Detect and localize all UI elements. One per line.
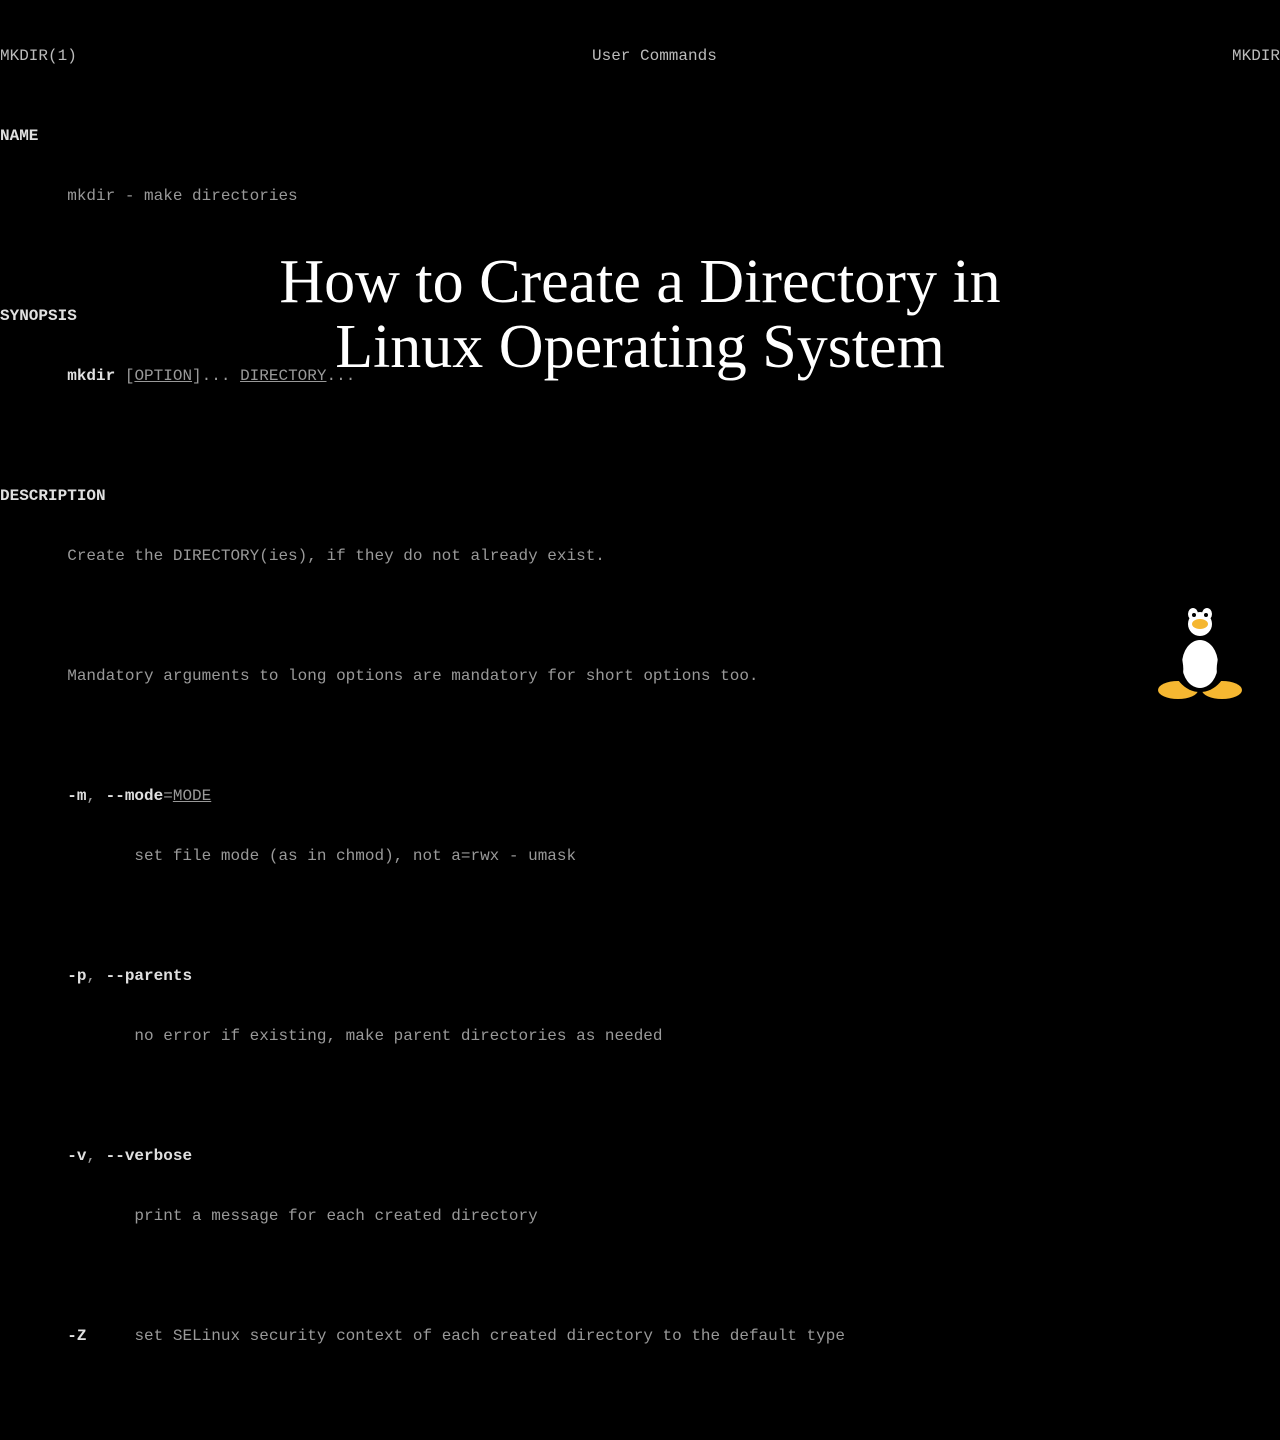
opt-m-long: --mode xyxy=(106,787,164,805)
opt-z-desc: set SELinux security context of each cre… xyxy=(134,1327,845,1345)
opt-p-short: -p xyxy=(67,967,86,985)
name-text: mkdir - make directories xyxy=(67,187,297,205)
opt-v-desc: print a message for each created directo… xyxy=(134,1207,537,1225)
mandatory-text: Mandatory arguments to long options are … xyxy=(67,667,758,685)
manpage-header-line: MKDIR(1) User Commands MKDIR xyxy=(0,46,1280,66)
header-right: MKDIR xyxy=(1232,46,1280,66)
opt-p-long: --parents xyxy=(106,967,192,985)
opt-v-short: -v xyxy=(67,1147,86,1165)
tux-penguin-icon xyxy=(1150,590,1250,700)
title-line-1: How to Create a Directory in xyxy=(0,250,1280,315)
opt-p-desc: no error if existing, make parent direct… xyxy=(134,1027,662,1045)
opt-m-desc: set file mode (as in chmod), not a=rwx -… xyxy=(134,847,576,865)
opt-m-short: -m xyxy=(67,787,86,805)
opt-z-short: -Z xyxy=(67,1327,86,1345)
description-heading: DESCRIPTION xyxy=(0,487,106,505)
title-line-2: Linux Operating System xyxy=(0,315,1280,380)
title-overlay: How to Create a Directory in Linux Opera… xyxy=(0,250,1280,380)
header-left: MKDIR(1) xyxy=(0,46,77,66)
description-text: Create the DIRECTORY(ies), if they do no… xyxy=(67,547,605,565)
header-center: User Commands xyxy=(592,46,717,66)
opt-v-long: --verbose xyxy=(106,1147,192,1165)
opt-m-arg: MODE xyxy=(173,787,211,805)
name-heading: NAME xyxy=(0,127,38,145)
